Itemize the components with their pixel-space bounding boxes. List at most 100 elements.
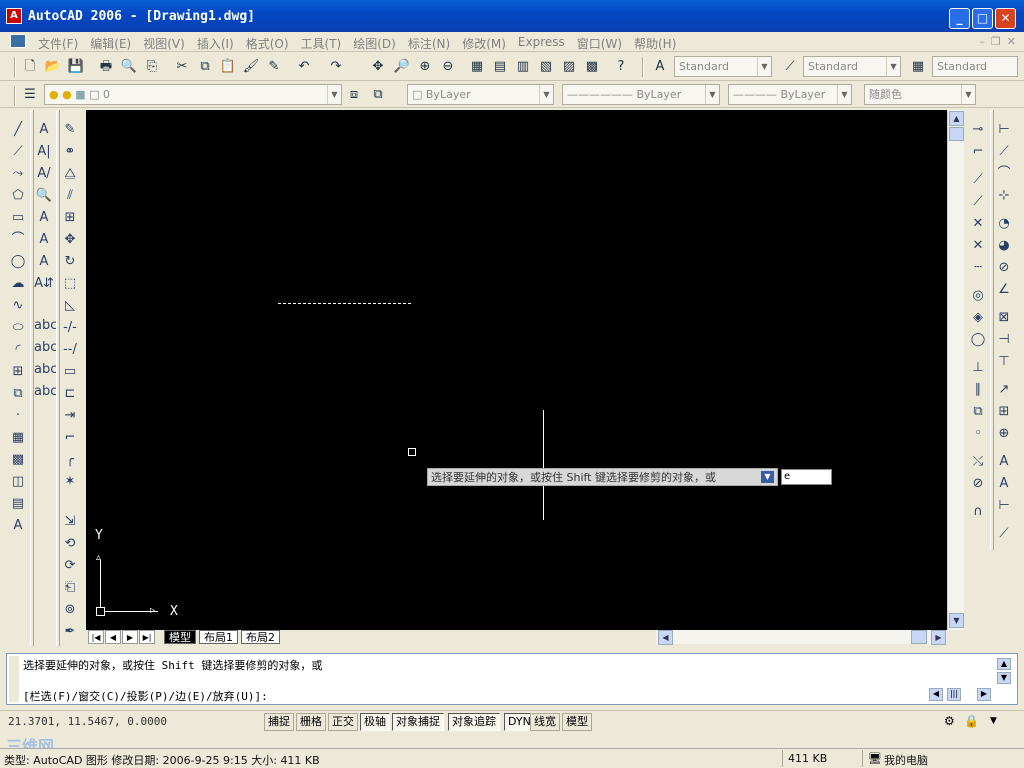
region-icon[interactable]: ◫ (8, 472, 28, 492)
table-icon[interactable]: ▤ (8, 494, 28, 514)
quick-dimension-icon[interactable]: ⊠ (994, 308, 1014, 328)
command-scroll-up-icon[interactable]: ▲ (997, 658, 1011, 670)
multiline-text-icon[interactable]: A (8, 516, 28, 536)
abc-text-icon[interactable]: abc (34, 316, 57, 336)
offset-icon[interactable]: ⫽ (60, 186, 80, 206)
snap-extension-icon[interactable]: ┄ (968, 258, 988, 278)
arc-length-icon[interactable]: ⌒ (994, 164, 1014, 184)
zoom-realtime-icon[interactable]: 🔎 (392, 57, 412, 77)
toolbar-lock-icon[interactable]: 🔒 (964, 714, 979, 728)
extend-icon[interactable]: --/ (60, 340, 80, 360)
maximize-button[interactable]: □ (972, 8, 993, 29)
toolbar-grip[interactable] (14, 86, 16, 106)
save-icon[interactable]: 💾 (66, 57, 86, 77)
modify-tool-a-icon[interactable]: ⇲ (60, 512, 80, 532)
arc-icon[interactable]: ⌒ (8, 230, 28, 250)
chevron-down-icon[interactable]: ▼ (837, 85, 851, 104)
menu-item-9[interactable]: Express (512, 34, 571, 53)
ellipse-icon[interactable]: ⬭ (8, 318, 28, 338)
dynamic-input-field[interactable]: e (781, 469, 832, 485)
properties-icon[interactable]: ▦ (467, 57, 487, 77)
chevron-down-icon[interactable]: ▼ (757, 57, 771, 76)
array-icon[interactable]: ⊞ (60, 208, 80, 228)
fillet-icon[interactable]: ╭ (60, 450, 80, 470)
table-style-select[interactable]: Standard (932, 56, 1018, 77)
text-style-select[interactable]: Standard ▼ (674, 56, 772, 77)
chevron-down-icon[interactable]: ▼ (539, 85, 553, 104)
layer-select[interactable]: ● ● ■ □ 0 ▼ (44, 84, 342, 105)
dimension-update-icon[interactable]: ⊢ (994, 496, 1014, 516)
document-icon[interactable] (10, 34, 26, 48)
toggle-lineweight[interactable]: 线宽 (530, 713, 560, 731)
revision-cloud-icon[interactable]: ☁ (8, 274, 28, 294)
text-style-tool-icon[interactable]: A (34, 208, 54, 228)
paste-icon[interactable]: 📋 (218, 57, 238, 77)
snap-intersection-icon[interactable]: ✕ (968, 214, 988, 234)
spline-icon[interactable]: ∿ (8, 296, 28, 316)
tab-layout1[interactable]: 布局1 (199, 630, 238, 644)
mtext-icon[interactable]: A| (34, 142, 54, 162)
snap-nearest-icon[interactable]: ⤯ (968, 452, 988, 472)
layer-previous-icon[interactable]: ⧉ (368, 85, 388, 105)
snap-none-icon[interactable]: ⊘ (968, 474, 988, 494)
dashed-line-object[interactable] (278, 303, 411, 304)
diameter-dimension-icon[interactable]: ⊘ (994, 258, 1014, 278)
command-window-grip[interactable] (9, 656, 19, 702)
mirror-icon[interactable]: ⧋ (60, 164, 80, 184)
arc-text-icon[interactable]: abc (34, 338, 57, 358)
justify-text-icon[interactable]: A (34, 252, 54, 272)
menu-item-1[interactable]: 编辑(E) (84, 34, 137, 53)
stretch-icon[interactable]: ◺ (60, 296, 80, 316)
dim-style-select[interactable]: Standard ▼ (803, 56, 901, 77)
convert-space-icon[interactable]: A⇵ (34, 274, 54, 294)
snap-node-icon[interactable]: ◦ (968, 424, 988, 444)
block-editor-icon[interactable]: ✎ (264, 57, 284, 77)
circle-icon[interactable]: ◯ (8, 252, 28, 272)
sheet-set-icon[interactable]: ▧ (536, 57, 556, 77)
menu-item-0[interactable]: 文件(F) (32, 34, 84, 53)
publish-icon[interactable]: ⎘ (142, 57, 162, 77)
copy-object-icon[interactable]: ⚭ (60, 142, 80, 162)
command-scroll-right-icon[interactable]: ▶ (977, 688, 991, 701)
hatch-icon[interactable]: ▦ (8, 428, 28, 448)
menu-item-5[interactable]: 工具(T) (295, 34, 348, 53)
table-style-icon[interactable]: ▦ (908, 57, 928, 77)
dim-style-icon[interactable]: ⟋ (780, 57, 800, 77)
tab-next-icon[interactable]: ▶ (122, 630, 138, 644)
temp-track-point-icon[interactable]: ⊸ (968, 120, 988, 140)
rotate-icon[interactable]: ↻ (60, 252, 80, 272)
prompt-options-icon[interactable]: ▼ (761, 471, 774, 483)
doc-minimize-icon[interactable]: – (979, 35, 985, 48)
erase-icon[interactable]: ✎ (60, 120, 80, 140)
trim-icon[interactable]: -/- (60, 318, 80, 338)
zoom-previous-icon[interactable]: ⊖ (438, 57, 458, 77)
command-scroll-left-icon[interactable]: ◀ (929, 688, 943, 701)
snap-endpoint-icon[interactable]: ⟋ (968, 170, 988, 190)
angular-dimension-icon[interactable]: ∠ (994, 280, 1014, 300)
construction-line-icon[interactable]: ⟋ (8, 142, 28, 162)
toggle-otrack[interactable]: 对象追踪 (448, 713, 500, 731)
horizontal-scrollbar[interactable]: ◀ ▶ (656, 630, 947, 645)
doc-close-icon[interactable]: ✕ (1007, 35, 1016, 48)
gradient-icon[interactable]: ▩ (8, 450, 28, 470)
polygon-icon[interactable]: ⬠ (8, 186, 28, 206)
join-icon[interactable]: ⇥ (60, 406, 80, 426)
quick-leader-icon[interactable]: ↗ (994, 380, 1014, 400)
modify-tool-d-icon[interactable]: ⎗ (60, 578, 80, 598)
drawing-canvas[interactable] (86, 110, 947, 630)
menu-item-11[interactable]: 帮助(H) (628, 34, 682, 53)
communication-center-icon[interactable]: ⚙ (944, 714, 955, 728)
scale-text-icon[interactable]: A (34, 230, 54, 250)
plot-preview-icon[interactable]: 🔍 (119, 57, 139, 77)
explode-icon[interactable]: ✶ (60, 472, 80, 492)
toggle-ortho[interactable]: 正交 (328, 713, 358, 731)
radius-dimension-icon[interactable]: ◔ (994, 214, 1014, 234)
center-mark-icon[interactable]: ⊕ (994, 424, 1014, 444)
polyline-icon[interactable]: ⤳ (8, 164, 28, 184)
open-file-icon[interactable]: 📂 (43, 57, 63, 77)
edit-text-icon[interactable]: A/ (34, 164, 54, 184)
menu-item-4[interactable]: 格式(O) (240, 34, 295, 53)
layer-manager-icon[interactable]: ☰ (20, 85, 40, 105)
tab-last-icon[interactable]: ▶| (139, 630, 155, 644)
toggle-snap[interactable]: 捕捉 (264, 713, 294, 731)
